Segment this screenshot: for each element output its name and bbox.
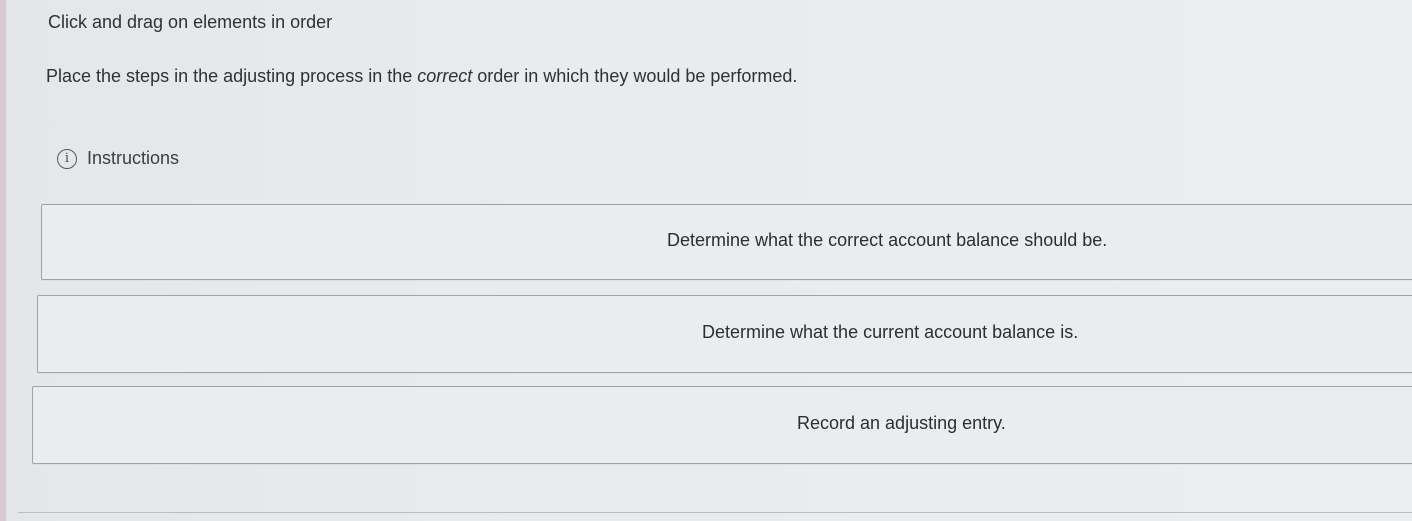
draggable-step-3[interactable]: Record an adjusting entry. bbox=[32, 386, 1412, 464]
instructions-label: Instructions bbox=[87, 148, 180, 168]
prompt-emphasis: correct bbox=[417, 66, 473, 86]
step-label: Determine what the current account balan… bbox=[702, 321, 1079, 342]
instructions-toggle[interactable]: i Instructions bbox=[57, 148, 179, 169]
page-left-edge bbox=[0, 0, 6, 521]
prompt-text-after: order in which they would be performed. bbox=[472, 66, 798, 86]
prompt-text-before: Place the steps in the adjusting process… bbox=[46, 66, 418, 86]
question-prompt: Place the steps in the adjusting process… bbox=[46, 66, 797, 87]
step-label: Determine what the correct account balan… bbox=[667, 229, 1108, 250]
info-icon: i bbox=[57, 148, 77, 169]
step-label: Record an adjusting entry. bbox=[797, 412, 1006, 433]
question-title: Click and drag on elements in order bbox=[48, 12, 333, 32]
draggable-step-1[interactable]: Determine what the correct account balan… bbox=[41, 204, 1412, 280]
divider bbox=[18, 512, 1412, 513]
draggable-step-2[interactable]: Determine what the current account balan… bbox=[37, 295, 1412, 373]
